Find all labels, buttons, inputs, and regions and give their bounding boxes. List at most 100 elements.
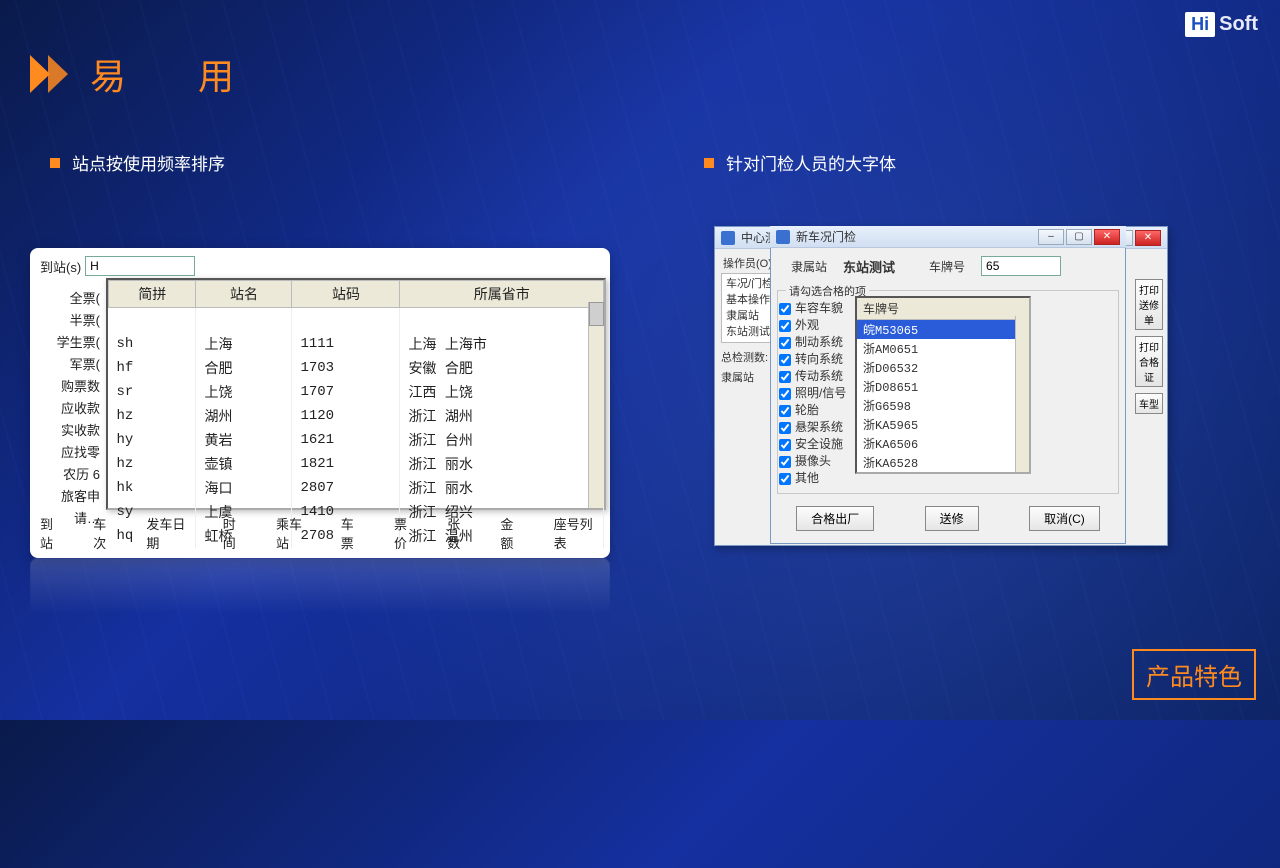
scrollbar[interactable] [588, 302, 604, 508]
checkbox[interactable] [779, 337, 791, 349]
station-dropdown[interactable]: 简拼站名站码所属省市 hz杭州1000浙江 杭州sh上海1111上海 上海市hf… [106, 278, 606, 510]
dd-header[interactable]: 站码 [292, 281, 400, 308]
plate-option[interactable]: 浙KA6550 [857, 472, 1029, 474]
plate-option[interactable]: 浙AM0651 [857, 339, 1029, 358]
col-header: 张数 [447, 514, 470, 552]
side-label: 应收款 [40, 398, 100, 420]
station-row[interactable]: sh上海1111上海 上海市 [109, 332, 604, 356]
plate-option[interactable]: 浙D08651 [857, 377, 1029, 396]
double-arrow-icon [28, 53, 82, 95]
checkbox[interactable] [779, 473, 791, 485]
slide-title: 易用 [28, 48, 236, 100]
arrive-input[interactable] [85, 256, 195, 276]
plate-option[interactable]: 浙KA6528 [857, 453, 1029, 472]
dd-header[interactable]: 所属省市 [400, 281, 604, 308]
brand-soft: Soft [1219, 13, 1258, 36]
station-value: 东站测试 [843, 257, 895, 276]
checkbox[interactable] [779, 354, 791, 366]
side-button[interactable]: 打印合格证 [1135, 336, 1163, 387]
check-item[interactable]: 制动系统 [779, 334, 846, 351]
station-row[interactable]: hz壶镇1821浙江 丽水 [109, 452, 604, 476]
maximize-button[interactable]: ▢ [1066, 229, 1092, 245]
title-char-2: 用 [198, 56, 236, 97]
station-row[interactable]: sr上饶1707江西 上饶 [109, 380, 604, 404]
check-label: 安全设施 [795, 436, 843, 453]
check-item[interactable]: 轮胎 [779, 402, 846, 419]
checkbox[interactable] [779, 456, 791, 468]
check-label: 传动系统 [795, 368, 843, 385]
brand-logo: Hi Soft [1185, 12, 1258, 37]
check-label: 转向系统 [795, 351, 843, 368]
col-header: 金额 [500, 514, 523, 552]
check-item[interactable]: 其他 [779, 470, 846, 487]
bullet-icon [50, 158, 60, 168]
bullet-right-text: 针对门检人员的大字体 [726, 150, 896, 175]
plate-dropdown[interactable]: 车牌号 皖M53065浙AM0651浙D06532浙D08651浙G6598浙K… [855, 296, 1031, 474]
bullet-left-text: 站点按使用频率排序 [72, 150, 225, 175]
dd-header[interactable]: 简拼 [109, 281, 196, 308]
checkbox[interactable] [779, 405, 791, 417]
ok-button[interactable]: 合格出厂 [796, 506, 874, 531]
side-label: 购票数 [40, 376, 100, 398]
check-item[interactable]: 转向系统 [779, 351, 846, 368]
arrive-label: 到站(s) [40, 257, 81, 276]
front-title: 新车况门检 [796, 228, 856, 245]
app-icon [776, 230, 790, 244]
check-item[interactable]: 外观 [779, 317, 846, 334]
check-label: 悬架系统 [795, 419, 843, 436]
check-item[interactable]: 车容车貌 [779, 300, 846, 317]
plate-option[interactable]: 浙D06532 [857, 358, 1029, 377]
side-label: 军票( [40, 354, 100, 376]
cancel-button[interactable]: 取消(C) [1029, 506, 1100, 531]
station-row[interactable]: hf合肥1703安徽 合肥 [109, 356, 604, 380]
check-item[interactable]: 安全设施 [779, 436, 846, 453]
close-button[interactable]: ✕ [1094, 229, 1120, 245]
col-header: 车票 [341, 514, 364, 552]
check-item[interactable]: 照明/信号 [779, 385, 846, 402]
front-titlebar[interactable]: 新车况门检 – ▢ ✕ [770, 226, 1126, 248]
bottom-grid-header: 到站车次发车日期时间乘车站车票票价张数金额座号列表 [40, 512, 600, 552]
check-list: 车容车貌外观制动系统转向系统传动系统照明/信号轮胎悬架系统安全设施摄像头其他 [779, 300, 846, 487]
check-item[interactable]: 摄像头 [779, 453, 846, 470]
check-label: 其他 [795, 470, 819, 487]
checkbox[interactable] [779, 422, 791, 434]
app-icon [721, 231, 735, 245]
side-label: 半票( [40, 310, 100, 332]
dd-header[interactable]: 站名 [196, 281, 292, 308]
minimize-button[interactable]: – [1038, 229, 1064, 245]
side-button[interactable]: 打印送修单 [1135, 279, 1163, 330]
footer-badge: 产品特色 [1132, 649, 1256, 700]
station-row[interactable]: hy黄岩1621浙江 台州 [109, 428, 604, 452]
station-row[interactable]: hk海口2807浙江 丽水 [109, 476, 604, 500]
plate-option[interactable]: 浙KA6506 [857, 434, 1029, 453]
col-header: 座号列表 [554, 514, 600, 552]
station-row[interactable]: hz杭州1000浙江 杭州 [109, 308, 604, 333]
side-label: 学生票( [40, 332, 100, 354]
title-char-1: 易 [90, 56, 128, 97]
side-label: 应找零 [40, 442, 100, 464]
plate-option[interactable]: 皖M53065 [857, 320, 1029, 339]
check-label: 轮胎 [795, 402, 819, 419]
col-header: 发车日期 [146, 514, 192, 552]
check-item[interactable]: 传动系统 [779, 368, 846, 385]
plate-option[interactable]: 浙G6598 [857, 396, 1029, 415]
checkbox[interactable] [779, 320, 791, 332]
checkbox[interactable] [779, 439, 791, 451]
check-item[interactable]: 悬架系统 [779, 419, 846, 436]
col-header: 车次 [93, 514, 116, 552]
side-button[interactable]: 车型 [1135, 393, 1163, 414]
plate-input[interactable] [981, 256, 1061, 276]
repair-button[interactable]: 送修 [925, 506, 979, 531]
left-side-labels: 全票(半票(学生票(军票(购票数应收款实收款应找零农历 6旅客申请… [40, 288, 100, 530]
side-label: 农历 6 [40, 464, 100, 486]
plate-option[interactable]: 浙KA5965 [857, 415, 1029, 434]
checkbox[interactable] [779, 388, 791, 400]
station-row[interactable]: hz湖州1120浙江 湖州 [109, 404, 604, 428]
scrollbar[interactable] [1015, 316, 1029, 472]
check-label: 照明/信号 [795, 385, 846, 402]
checkbox[interactable] [779, 303, 791, 315]
close-button[interactable]: ✕ [1135, 230, 1161, 246]
bullet-icon [704, 158, 714, 168]
col-header: 乘车站 [276, 514, 311, 552]
checkbox[interactable] [779, 371, 791, 383]
